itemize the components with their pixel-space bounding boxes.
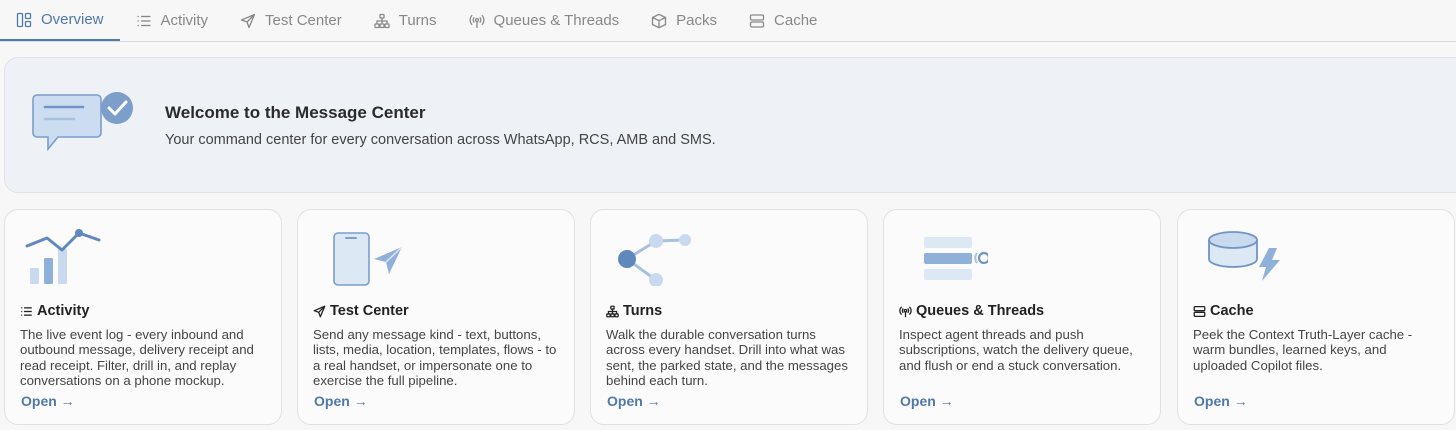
list-icon (21, 306, 32, 316)
open-link[interactable]: Open → (21, 393, 75, 409)
card-activity[interactable]: Activity The live event log - every inbo… (4, 209, 282, 425)
phone-send-illustration-icon (333, 232, 402, 286)
card-description: Send any message kind - text, buttons, l… (313, 327, 557, 389)
queue-illustration-icon (924, 237, 988, 280)
card-title: Cache (1210, 303, 1254, 319)
welcome-banner: Welcome to the Message Center Your comma… (4, 57, 1456, 193)
radio-icon (469, 14, 485, 28)
send-icon (313, 305, 326, 317)
card-test-center[interactable]: Test Center Send any message kind - text… (297, 209, 575, 425)
tab-label: Test Center (265, 12, 342, 29)
tab-label: Cache (774, 12, 818, 29)
card-queues-threads[interactable]: Queues & Threads Inspect agent threads a… (883, 209, 1161, 425)
card-turns[interactable]: Turns Walk the durable conversation turn… (590, 209, 868, 425)
card-title: Queues & Threads (916, 303, 1045, 319)
tab-label: Queues & Threads (493, 12, 620, 29)
card-cache[interactable]: Cache Peek the Context Truth-Layer cache… (1177, 209, 1455, 425)
card-description: Walk the durable conversation turns acro… (606, 327, 848, 389)
page-title: Welcome to the Message Center (165, 103, 426, 122)
page-subtitle: Your command center for every conversati… (165, 132, 716, 148)
tab-overview[interactable]: Overview (0, 0, 120, 41)
layout-icon (16, 12, 32, 27)
tab-label: Packs (676, 12, 718, 29)
open-link[interactable]: Open → (607, 393, 661, 409)
tab-label: Overview (41, 11, 104, 28)
card-heading: Test Center (313, 303, 409, 319)
tab-cache[interactable]: Cache (733, 0, 833, 41)
card-title: Turns (623, 303, 663, 319)
box-icon (652, 13, 667, 28)
card-heading: Activity (20, 303, 89, 319)
list-icon (137, 15, 151, 26)
tab-packs[interactable]: Packs (635, 0, 733, 41)
card-heading: Turns (606, 303, 662, 319)
card-description: Inspect agent threads and push subscript… (899, 327, 1133, 373)
tree-icon (374, 13, 390, 28)
tab-activity[interactable]: Activity (120, 0, 225, 41)
tab-test-center[interactable]: Test Center (224, 0, 358, 41)
chat-check-icon (32, 92, 133, 152)
card-description: The live event log - every inbound and o… (20, 327, 254, 389)
tab-queues-threads[interactable]: Queues & Threads (453, 0, 636, 41)
card-heading: Queues & Threads (899, 303, 1044, 319)
database-illustration-icon (1208, 231, 1280, 281)
branch-illustration-icon (618, 234, 691, 286)
tab-label: Activity (160, 12, 209, 29)
card-title: Test Center (330, 303, 409, 319)
tab-bar: Overview Activity Test Center Turns Queu… (0, 0, 1456, 42)
server-icon (749, 13, 765, 28)
radio-icon (899, 305, 912, 317)
open-link[interactable]: Open → (1194, 393, 1248, 409)
card-heading: Cache (1193, 303, 1254, 319)
open-link[interactable]: Open → (314, 393, 368, 409)
open-link[interactable]: Open → (900, 393, 954, 409)
card-description: Peek the Context Truth-Layer cache - war… (1193, 327, 1413, 373)
tab-turns[interactable]: Turns (358, 0, 453, 41)
tab-label: Turns (398, 12, 437, 29)
server-icon (1193, 305, 1206, 317)
card-title: Activity (37, 303, 90, 319)
send-icon (240, 13, 256, 28)
tree-icon (606, 305, 619, 317)
chart-illustration-icon (25, 229, 101, 284)
